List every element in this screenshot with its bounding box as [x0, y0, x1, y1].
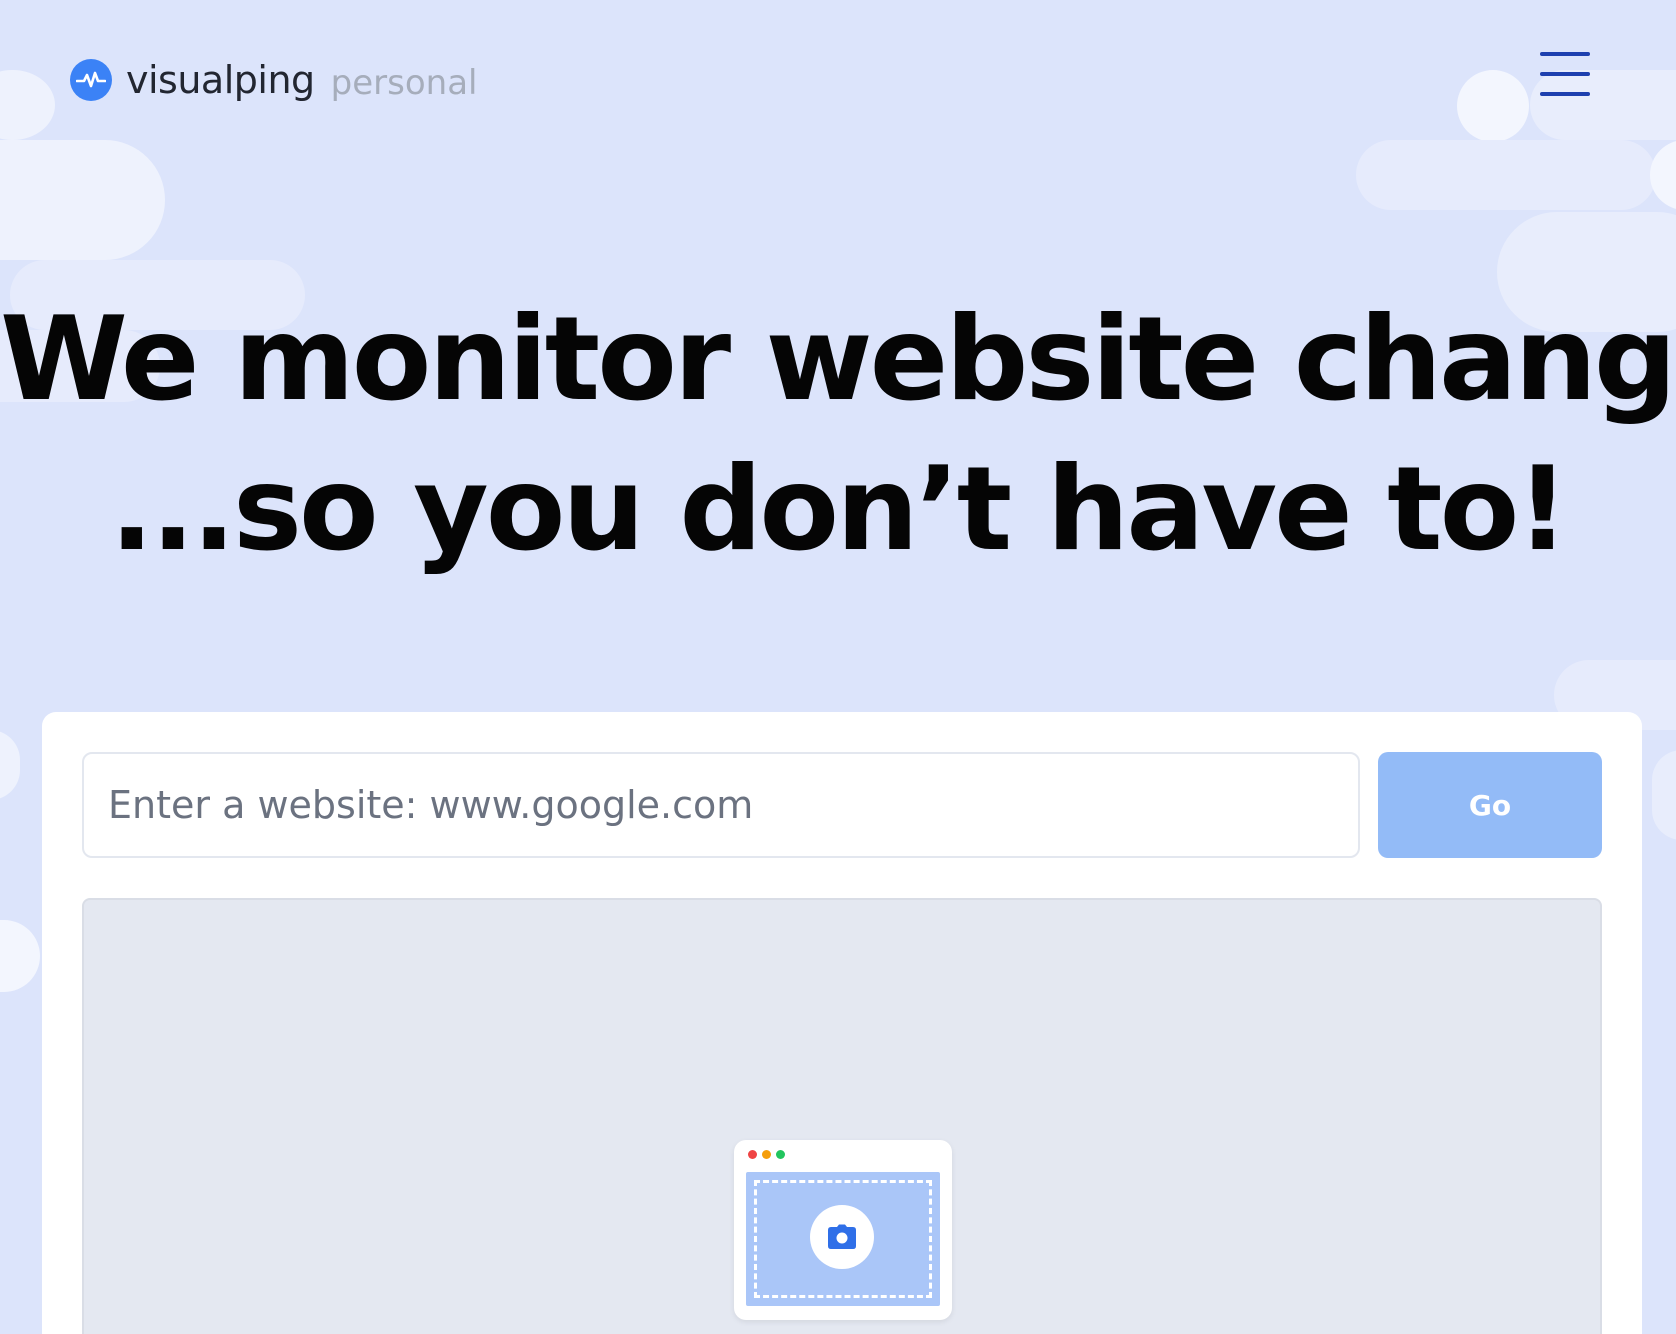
hero-line-1: We monitor website changes: [0, 292, 1676, 427]
hero-heading: We monitor website changes ...so you don…: [0, 285, 1676, 585]
background-decoration: [1457, 70, 1529, 142]
hamburger-menu-icon[interactable]: [1540, 52, 1590, 96]
background-decoration: [1652, 750, 1676, 840]
background-decoration: [0, 70, 55, 140]
menu-line: [1540, 92, 1590, 96]
background-decoration: [0, 730, 20, 800]
website-url-input[interactable]: [82, 752, 1360, 858]
yellow-dot: [762, 1150, 771, 1159]
background-decoration: [1356, 140, 1656, 210]
camera-icon: [810, 1205, 874, 1269]
preview-area: [82, 898, 1602, 1334]
site-header: visualping personal: [70, 50, 477, 110]
red-dot: [748, 1150, 757, 1159]
hero-line-2: ...so you don’t have to!: [109, 442, 1569, 577]
browser-illustration: [734, 1140, 952, 1320]
browser-window-dots: [748, 1150, 785, 1159]
background-decoration: [1650, 140, 1676, 210]
browser-screen: [746, 1172, 940, 1306]
logo-suffix: personal: [330, 63, 478, 103]
menu-line: [1540, 72, 1590, 76]
background-decoration: [0, 140, 165, 260]
menu-line: [1540, 52, 1590, 56]
background-decoration: [0, 920, 40, 992]
landing-page: visualping personal We monitor website c…: [0, 0, 1676, 1334]
go-button[interactable]: Go: [1378, 752, 1602, 858]
logo-wordmark[interactable]: visualping: [126, 58, 315, 102]
url-entry-card: Go: [42, 712, 1642, 1334]
pulse-icon: [70, 59, 112, 101]
green-dot: [776, 1150, 785, 1159]
